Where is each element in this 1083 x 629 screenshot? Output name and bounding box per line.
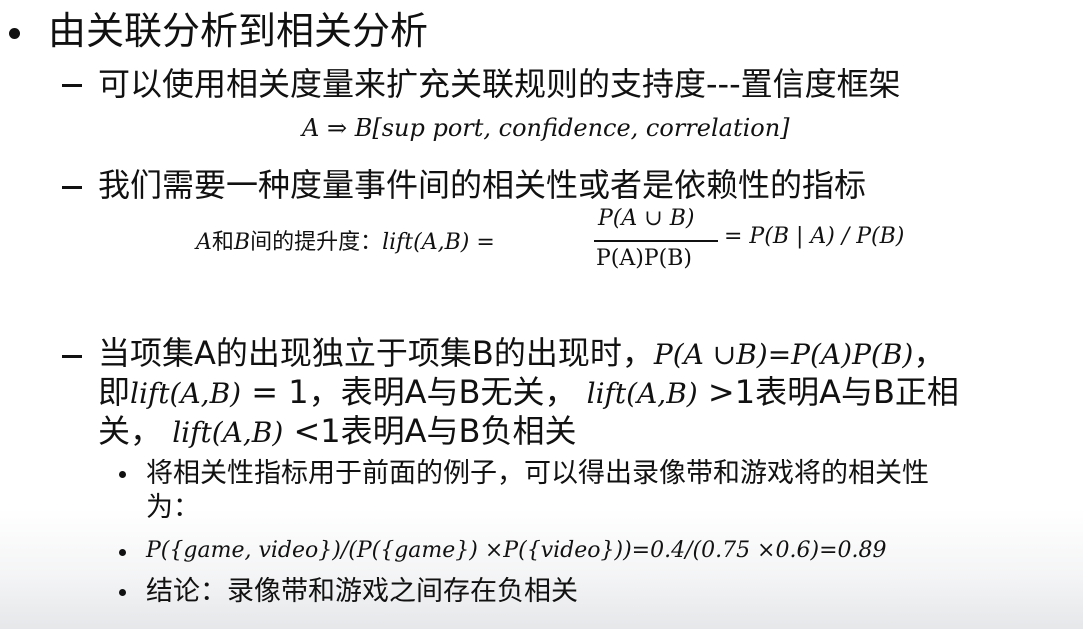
background-gradient [0,509,1083,629]
lift-label-mid: 和 [211,230,234,255]
lift-label-rest: 间的提升度： [250,230,383,255]
point-3-line-3: 关， lift(A,B) <1表明A与B负相关 [98,411,576,453]
sub-point-2-formula: P({game, video})/(P({game}) ×P({video}))… [146,538,887,563]
sub-point-1-line-1: 将相关性指标用于前面的例子，可以得出录像带和游戏将的相关性 [146,458,929,489]
point-3-line-1: 当项集A的出现独立于项集B的出现时，P(A ∪B)=P(A)P(B)， [98,333,945,375]
bullet-icon [9,28,20,39]
point-3-line-2-a: 即 [98,373,131,411]
lift-numerator: P(A ∪ B) [598,206,695,231]
sub-point-1-line-2: 为： [146,492,200,523]
point-3-line-2-math-1: lift(A,B) [130,377,242,410]
point-3-line-2-c: >1表明A与B正相 [697,373,959,411]
sub-bullet-icon [119,471,126,478]
lift-label-a: A [196,230,212,255]
slide-heading: 由关联分析到相关分析 [48,9,429,53]
dash-bullet-icon [62,186,82,189]
point-2-text: 我们需要一种度量事件间的相关性或者是依赖性的指标 [98,166,867,204]
point-3-line-1-end: ， [913,334,946,372]
lift-definition-label: A和B间的提升度：lift(A,B) = [196,224,495,256]
dash-bullet-icon [62,355,82,358]
lift-lhs: lift(A,B) = [382,230,495,255]
formula-rule: A ⇒ B[sup port, confidence, correlation] [302,114,790,142]
lift-label-b: B [233,230,251,255]
fraction-bar [594,240,718,242]
sub-point-3-text: 结论：录像带和游戏之间存在负相关 [146,576,578,607]
lift-denominator: P(A)P(B) [596,246,692,271]
dash-bullet-icon [62,84,82,87]
point-3-line-1-math: P(A ∪B)=P(A)P(B) [653,338,914,371]
sub-bullet-icon [119,589,126,596]
point-3-line-3-a: 关， [98,412,163,450]
sub-bullet-icon [119,549,126,556]
point-3-line-1-text: 当项集A的出现独立于项集B的出现时， [98,334,654,372]
point-3-line-3-b: <1表明A与B负相关 [283,412,577,450]
point-3-line-3-math: lift(A,B) [172,416,284,449]
point-3-line-2: 即lift(A,B) = 1，表明A与B无关， lift(A,B) >1表明A与… [98,372,959,414]
point-3-line-2-b: = 1，表明A与B无关， [241,373,577,411]
point-1-text: 可以使用相关度量来扩充关联规则的支持度---置信度框架 [98,65,901,103]
lift-rhs: = P(B | A) / P(B) [724,224,905,249]
point-3-line-2-math-2: lift(A,B) [586,377,698,410]
